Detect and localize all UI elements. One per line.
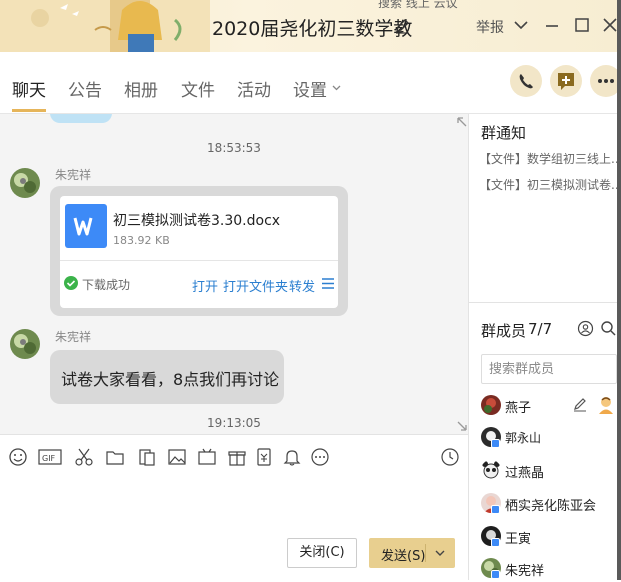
gift-icon[interactable] xyxy=(227,447,247,467)
tab-settings[interactable]: 设置 xyxy=(293,76,327,101)
collapse-arrow-icon[interactable] xyxy=(456,116,468,128)
more-tools-icon[interactable] xyxy=(310,447,330,467)
sidebar-section-divider xyxy=(469,302,621,303)
word-file-icon xyxy=(65,204,107,248)
member-name: 朱宪祥 xyxy=(505,564,545,579)
success-check-icon xyxy=(64,276,78,290)
edit-icon[interactable] xyxy=(573,397,588,412)
history-clock-icon[interactable] xyxy=(440,447,460,467)
member-name: 栖实尧化陈亚会 xyxy=(505,499,597,514)
device-badge-icon xyxy=(491,505,500,514)
active-tab-indicator xyxy=(12,109,46,112)
svg-text:GIF: GIF xyxy=(42,454,56,463)
file-size: 183.92 KB xyxy=(113,234,170,247)
member-name: 过燕晶 xyxy=(505,466,545,481)
timestamp: 18:53:53 xyxy=(207,141,261,155)
timestamp: 19:13:05 xyxy=(207,416,261,430)
compose-toolbar: GIF xyxy=(0,434,468,478)
folder-icon[interactable] xyxy=(105,447,125,467)
sender-name: 朱宪祥 xyxy=(55,330,92,344)
video-icon[interactable] xyxy=(197,447,217,467)
member-item[interactable]: 王寅 xyxy=(481,524,621,550)
send-button[interactable]: 发送(S) xyxy=(369,538,455,568)
call-button[interactable] xyxy=(510,65,542,97)
member-name: 燕子 xyxy=(505,401,532,416)
notice-item[interactable]: 【文件】初三模拟测试卷... xyxy=(479,176,621,193)
minimize-icon[interactable] xyxy=(541,14,563,36)
member-item[interactable]: 郭永山 xyxy=(481,425,621,451)
file-message[interactable]: 初三模拟测试卷3.30.docx 183.92 KB 下载成功 打开 打开文件夹… xyxy=(50,186,348,316)
avatar xyxy=(481,460,501,480)
emoji-icon[interactable] xyxy=(8,447,28,467)
member-search-input[interactable] xyxy=(481,354,617,384)
close-button[interactable]: 关闭(C) xyxy=(287,538,357,568)
members-count: 7/7 xyxy=(528,320,553,338)
open-file-link[interactable]: 打开 xyxy=(192,276,218,295)
text-message[interactable]: 试卷大家看看，8点我们再讨论 xyxy=(50,350,284,404)
tab-bar: 聊天 公告 相册 文件 活动 设置 xyxy=(0,52,621,114)
member-item[interactable]: 栖实尧化陈亚会 xyxy=(481,491,621,517)
device-badge-icon xyxy=(491,538,500,547)
red-packet-icon[interactable] xyxy=(254,447,274,467)
top-search-hint: 搜索 线上 云议 xyxy=(378,0,458,10)
screenshot-scissors-icon[interactable] xyxy=(74,447,94,467)
group-sidebar: 群通知 【文件】数学组初三线上... 【文件】初三模拟测试卷... 群成员 7/… xyxy=(469,114,621,580)
phone-icon xyxy=(519,74,533,89)
search-icon[interactable] xyxy=(600,320,616,336)
avatar[interactable] xyxy=(10,329,40,359)
file-card-body[interactable]: 初三模拟测试卷3.30.docx 183.92 KB 下载成功 打开 打开文件夹… xyxy=(60,196,338,308)
member-name: 郭永山 xyxy=(505,431,542,445)
previous-message-bubble xyxy=(50,114,112,123)
title-bar: 搜索 线上 云议 2020届尧化初三数学教 举报 xyxy=(0,0,621,52)
file-transfer-icon[interactable] xyxy=(137,447,157,467)
image-icon[interactable] xyxy=(167,447,187,467)
file-name: 初三模拟测试卷3.30.docx xyxy=(113,213,281,229)
send-label: 发送(S) xyxy=(381,549,426,564)
device-badge-icon xyxy=(491,439,500,448)
forward-link[interactable]: 转发 xyxy=(289,276,315,295)
sender-name: 朱宪祥 xyxy=(55,168,92,182)
group-title: 2020届尧化初三数学教 xyxy=(212,18,413,40)
members-title: 群成员 xyxy=(481,322,527,340)
member-item[interactable]: 过燕晶 xyxy=(481,458,621,484)
member-item[interactable]: 朱宪祥 xyxy=(481,556,621,582)
expand-arrow-icon[interactable] xyxy=(456,420,468,432)
notice-item[interactable]: 【文件】数学组初三线上... xyxy=(479,150,621,167)
add-message-icon xyxy=(558,73,574,90)
tab-files[interactable]: 文件 xyxy=(181,76,215,101)
maximize-icon[interactable] xyxy=(571,14,593,36)
chat-history[interactable]: 18:53:53 朱宪祥 初三模拟测试卷3.30.docx 183.92 KB … xyxy=(0,114,468,434)
chevron-down-icon[interactable] xyxy=(510,14,532,36)
window-edge xyxy=(617,0,621,580)
add-app-button[interactable] xyxy=(550,65,582,97)
send-options-chevron-icon[interactable] xyxy=(433,546,447,560)
owner-badge-icon xyxy=(599,397,613,414)
tab-activity[interactable]: 活动 xyxy=(237,76,271,101)
message-text: 试卷大家看看，8点我们再讨论 xyxy=(61,370,280,389)
message-input-area[interactable]: 关闭(C) 发送(S) xyxy=(0,478,468,580)
edit-title-icon[interactable] xyxy=(394,18,410,34)
download-status: 下载成功 xyxy=(82,278,131,292)
banner-illustration xyxy=(0,0,210,52)
tab-chat[interactable]: 聊天 xyxy=(12,76,46,101)
member-name: 王寅 xyxy=(505,532,532,547)
member-item[interactable]: 燕子 xyxy=(481,393,621,419)
file-card-divider xyxy=(60,260,338,261)
open-folder-link[interactable]: 打开文件夹 xyxy=(223,276,288,295)
send-divider xyxy=(425,544,426,562)
settings-chevron-icon[interactable] xyxy=(331,82,342,93)
device-badge-icon xyxy=(491,570,500,579)
bell-icon[interactable] xyxy=(282,447,302,467)
gif-icon[interactable]: GIF xyxy=(38,447,62,467)
group-notice-title: 群通知 xyxy=(481,124,527,142)
menu-icon[interactable] xyxy=(322,278,334,289)
tab-announcement[interactable]: 公告 xyxy=(68,76,102,101)
invite-member-icon[interactable] xyxy=(577,320,594,337)
tab-album[interactable]: 相册 xyxy=(124,76,158,101)
avatar xyxy=(481,395,501,415)
avatar[interactable] xyxy=(10,168,40,198)
report-button[interactable]: 举报 xyxy=(476,17,504,37)
